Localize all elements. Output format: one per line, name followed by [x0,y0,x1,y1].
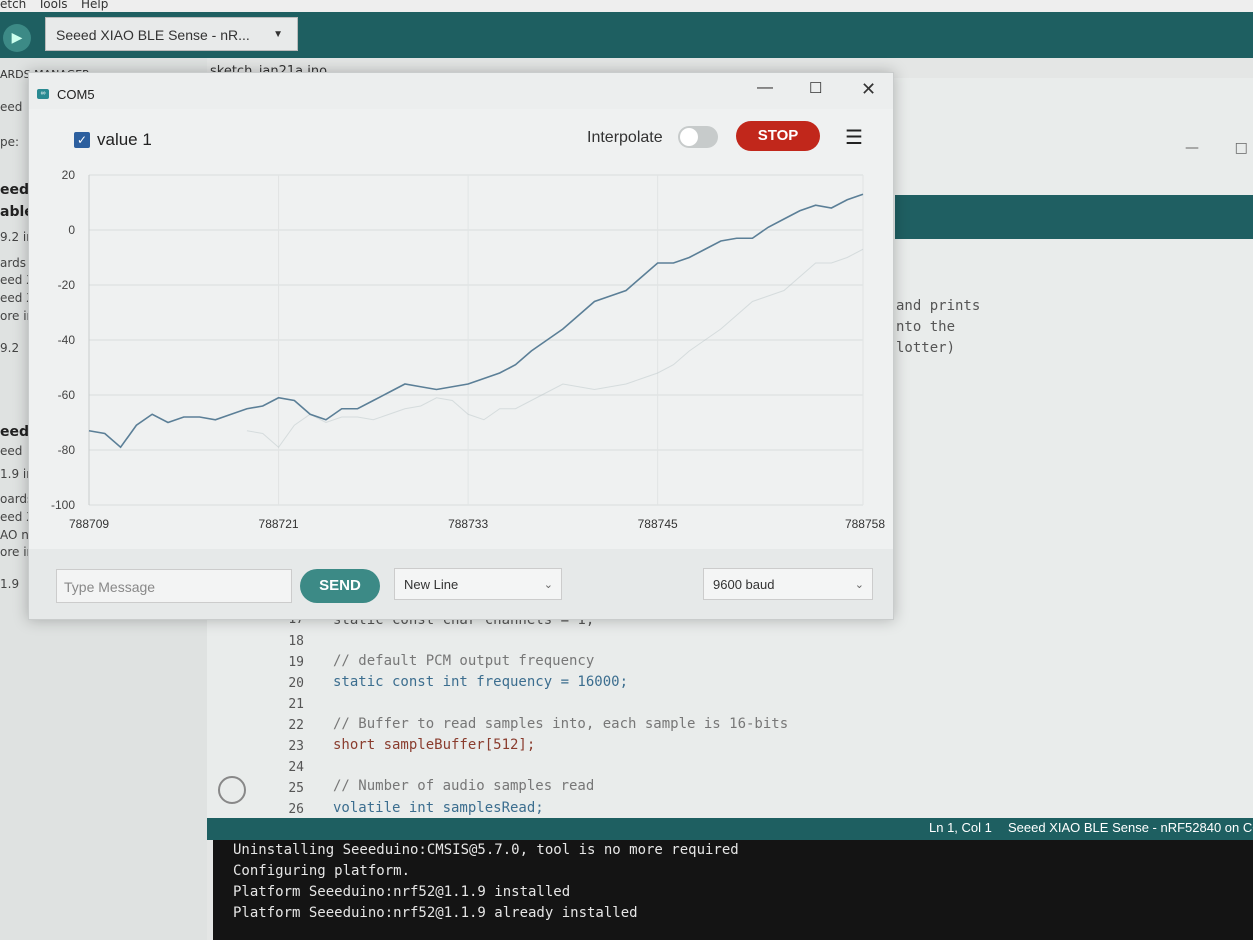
code-comment-fragment: and prints [896,298,981,314]
code-comment-fragment: lotter) [896,340,956,356]
line-ending-select[interactable]: New Line ⌄ [394,568,562,600]
code-line: // Number of audio samples read [333,778,595,794]
line-ending-value: New Line [404,577,459,592]
console-line: Configuring platform. [233,863,411,879]
x-ticks: 788709 788721 788733 788745 788758 [69,517,885,531]
y-tick-label: -80 [58,443,76,457]
code-line: static const int frequency = 16000; [333,674,629,690]
board-select[interactable]: Seeed XIAO BLE Sense - nR... ▼ [45,17,298,51]
menu-sketch[interactable]: etch [0,0,26,11]
line-number: 20 [288,676,304,691]
arduino-icon: ∞ [37,89,49,99]
close-icon[interactable]: ✕ [861,79,876,100]
list-item: eed [0,100,23,114]
baud-rate-value: 9600 baud [713,577,775,592]
code-line: short sampleBuffer[512]; [333,737,536,753]
code-line: // Buffer to read samples into, each sam… [333,716,789,732]
y-tick-label: 20 [62,169,76,182]
list-item: 9.2 [0,341,20,355]
console-line: Uninstalling Seeeduino:CMSIS@5.7.0, tool… [233,842,739,858]
series-line-value-1 [88,193,864,449]
chevron-down-icon: ⌄ [854,579,864,591]
line-number: 25 [288,781,304,796]
y-tick-label: -60 [58,388,76,402]
interpolate-label: Interpolate [587,129,663,146]
menu-tools[interactable]: Tools [38,0,68,11]
list-item: eed [0,182,30,198]
x-tick-label: 788733 [448,517,488,531]
y-tick-label: -40 [58,333,76,347]
ghost-trace [246,248,864,448]
baud-rate-select[interactable]: 9600 baud ⌄ [703,568,873,600]
stop-button[interactable]: STOP [736,121,820,151]
y-ticks: 20 0 -20 -40 -60 -80 -100 [51,169,75,512]
line-number: 19 [288,655,304,670]
menu-help[interactable]: Help [81,0,108,11]
series-label[interactable]: value 1 [97,130,152,150]
y-tick-label: -100 [51,498,75,512]
output-console: Uninstalling Seeeduino:CMSIS@5.7.0, tool… [213,840,1253,940]
menu-bar: etch Tools Help [0,0,1253,12]
code-line: // default PCM output frequency [333,653,595,669]
editor-header-strip [895,195,1253,239]
line-number: 23 [288,739,304,754]
message-bar: Type Message SEND New Line ⌄ 9600 baud ⌄ [29,549,893,619]
toggle-knob [680,128,698,146]
window-title: COM5 [57,87,95,102]
line-number: 26 [288,802,304,817]
interpolate-toggle[interactable] [678,126,718,148]
status-board[interactable]: Seeed XIAO BLE Sense - nRF52840 on CO [1008,820,1253,835]
grid [88,174,864,506]
series-layer [88,193,864,449]
serial-plotter-window: ∞ COM5 — ☐ ✕ ✓ value 1 Interpolate STOP … [28,72,894,620]
y-tick-label: 0 [68,223,75,237]
line-number: 24 [288,760,304,775]
x-tick-label: 788758 [845,517,885,531]
x-tick-label: 788721 [259,517,299,531]
window-titlebar[interactable]: ∞ COM5 — ☐ ✕ [29,73,893,109]
list-item: ards [0,256,26,270]
status-bar: Ln 1, Col 1 Seeed XIAO BLE Sense - nRF52… [207,818,1253,840]
list-item: 1.9 [0,577,20,591]
chevron-down-icon: ⌄ [543,579,553,591]
plotter-controls: ✓ value 1 Interpolate STOP ☰ [29,109,893,169]
send-button[interactable]: SEND [300,569,380,603]
toolbar: ▶ Seeed XIAO BLE Sense - nR... ▼ [0,12,1253,58]
clear-menu-icon[interactable]: ☰ [845,125,863,150]
line-number: 22 [288,718,304,733]
y-tick-label: -20 [58,278,76,292]
upload-icon[interactable]: ▶ [3,24,31,52]
message-input[interactable]: Type Message [56,569,292,603]
maximize-icon[interactable]: ☐ [809,79,822,97]
chevron-down-icon: ▼ [273,29,283,40]
ghost-line [246,248,864,448]
cursor-position: Ln 1, Col 1 [929,820,992,835]
account-icon[interactable] [218,776,246,804]
line-number: 18 [288,634,304,649]
list-item: eed [0,424,30,440]
ide-window-controls: — □ [1185,140,1248,156]
board-select-label: Seeed XIAO BLE Sense - nR... [56,27,250,43]
minimize-icon[interactable]: — [757,79,773,97]
code-comment-fragment: nto the [896,319,956,335]
series-checkbox[interactable]: ✓ [74,132,90,148]
console-line: Platform Seeeduino:nrf52@1.1.9 installed [233,884,571,900]
line-number: 21 [288,697,304,712]
list-item: eed [0,444,23,458]
list-item: pe: [0,135,20,149]
plot-chart: 200-20-40-60-80-100 788709 788721 788733 78… [51,169,885,531]
x-tick-label: 788709 [69,517,109,531]
console-line: Platform Seeeduino:nrf52@1.1.9 already i… [233,905,638,921]
code-line: volatile int samplesRead; [333,800,544,816]
x-tick-label: 788745 [638,517,678,531]
